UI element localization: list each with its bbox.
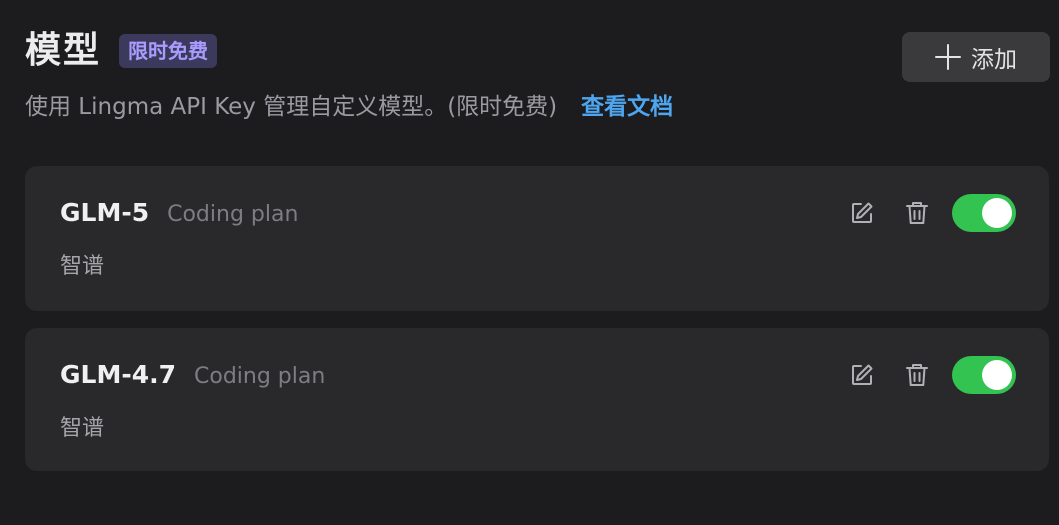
- edit-icon: [852, 364, 873, 385]
- delete-button[interactable]: [902, 198, 932, 228]
- model-list: GLM-5 Coding plan 智谱 GLM-4.7 Coding plan…: [25, 166, 1049, 488]
- edit-icon: [852, 202, 873, 223]
- view-docs-link[interactable]: 查看文档: [581, 90, 673, 124]
- model-provider: 智谱: [60, 416, 105, 441]
- edit-button[interactable]: [847, 360, 877, 390]
- model-name: GLM-5: [60, 198, 150, 227]
- model-actions: [847, 356, 1016, 394]
- model-name-row: GLM-5 Coding plan: [60, 198, 298, 227]
- model-card: GLM-5 Coding plan 智谱: [25, 166, 1049, 311]
- free-badge: 限时免费: [119, 34, 218, 68]
- edit-button[interactable]: [847, 198, 877, 228]
- subtitle-text: 使用 Lingma API Key 管理自定义模型。(限时免费): [25, 94, 558, 120]
- model-enabled-toggle[interactable]: [952, 194, 1016, 232]
- model-plan: Coding plan: [194, 364, 326, 389]
- trash-icon: [906, 202, 928, 224]
- model-provider: 智谱: [60, 254, 105, 279]
- toggle-knob: [982, 360, 1012, 390]
- model-card: GLM-4.7 Coding plan 智谱: [25, 328, 1049, 471]
- subtitle: 使用 Lingma API Key 管理自定义模型。(限时免费) 查看文档: [25, 90, 1059, 124]
- model-name: GLM-4.7: [60, 360, 176, 389]
- model-name-row: GLM-4.7 Coding plan: [60, 360, 325, 389]
- model-plan: Coding plan: [167, 202, 299, 227]
- add-model-button[interactable]: 添加: [902, 32, 1050, 82]
- models-settings-page: 模型 限时免费 添加 使用 Lingma API Key 管理自定义模型。(限时…: [0, 0, 1059, 525]
- model-actions: [847, 194, 1016, 232]
- add-button-label: 添加: [971, 47, 1017, 73]
- trash-icon: [906, 364, 928, 386]
- page-title: 模型: [25, 30, 102, 71]
- delete-button[interactable]: [902, 360, 932, 390]
- plus-icon: [935, 44, 961, 70]
- toggle-knob: [982, 198, 1012, 228]
- model-enabled-toggle[interactable]: [952, 356, 1016, 394]
